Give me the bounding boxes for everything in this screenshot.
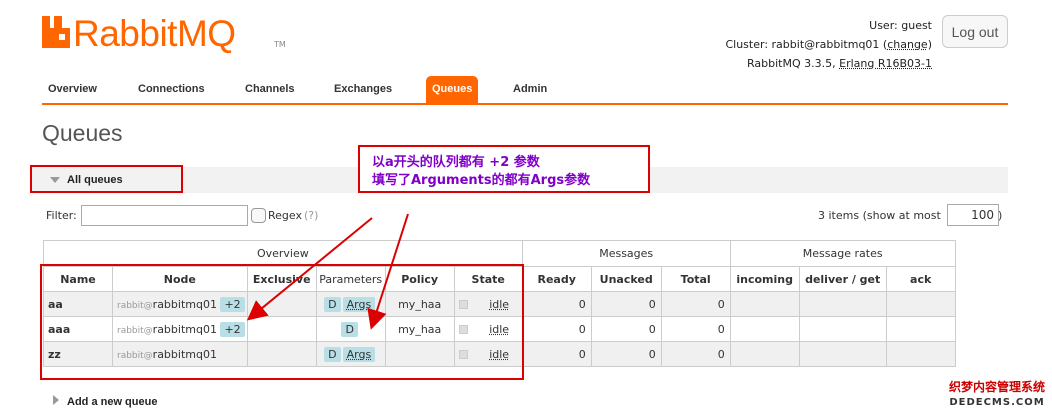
arrow-to-plus2 (246, 217, 373, 321)
arrow-to-args (367, 213, 409, 330)
watermark: 织梦内容管理系统 DEDECMS.COM (942, 380, 1052, 410)
annotation-arrows (246, 213, 409, 330)
watermark-line-1: 织梦内容管理系统 (948, 380, 1045, 394)
watermark-line-2: DEDECMS.COM (949, 397, 1045, 408)
